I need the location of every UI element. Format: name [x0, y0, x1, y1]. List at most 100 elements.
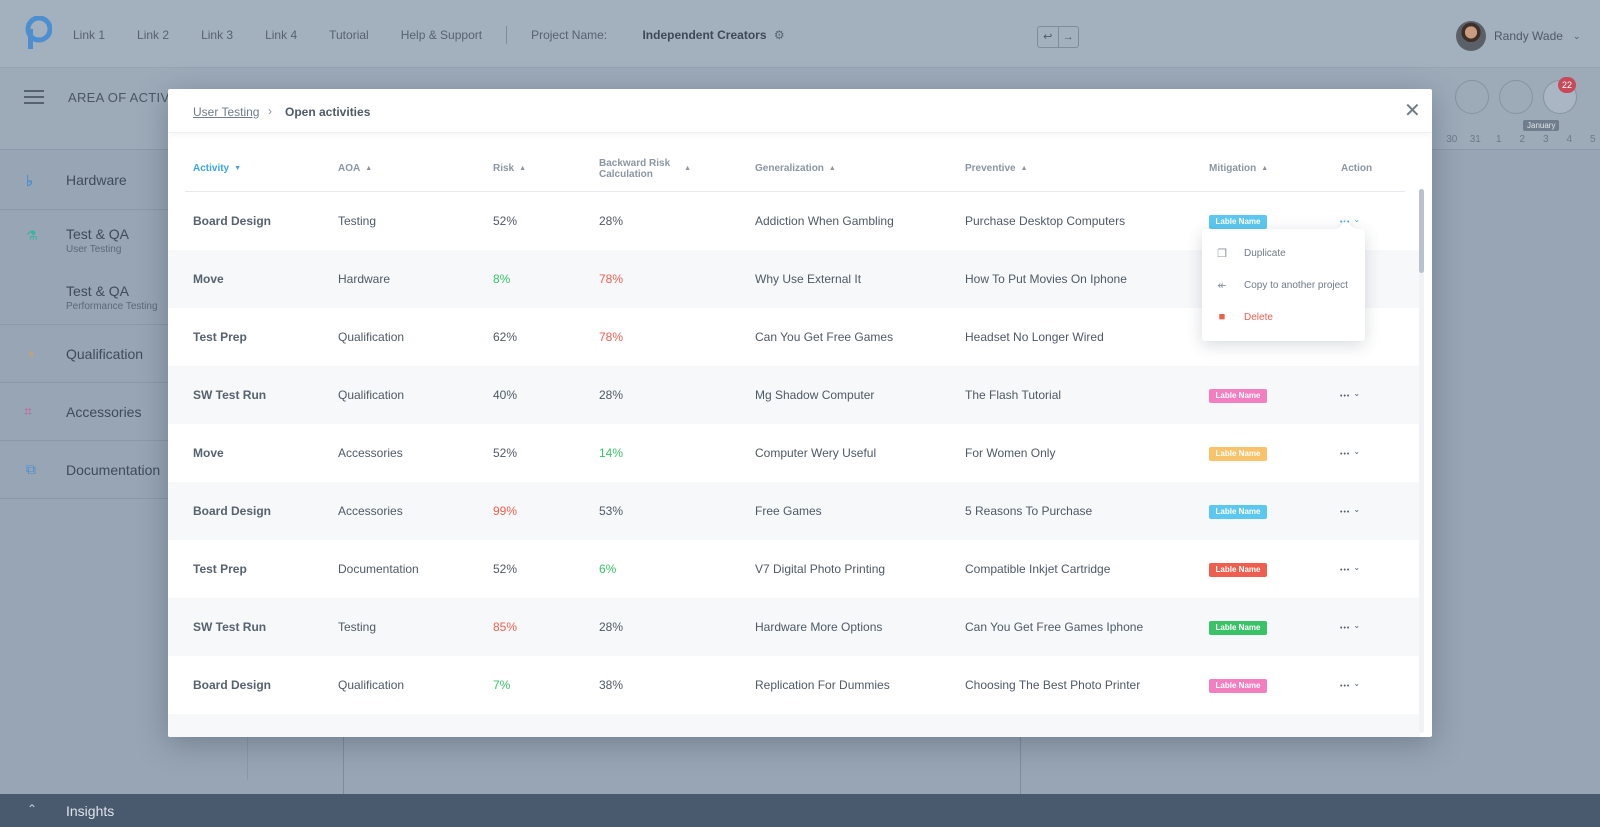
cell-activity: Board Design [193, 504, 272, 518]
copy-to-project-menu-item[interactable]: ↞ Copy to another project [1202, 269, 1365, 301]
chevron-down-icon: ⌄ [1353, 621, 1362, 630]
duplicate-icon: ❐ [1217, 247, 1227, 260]
user-menu[interactable]: Randy Wade ⌄ [1456, 21, 1580, 51]
mitigation-label-badge[interactable]: Lable Name [1209, 447, 1267, 461]
column-header-generalization[interactable]: Generalization ▲ [755, 145, 836, 192]
insights-label: Insights [66, 803, 115, 819]
top-nav: Link 1 Link 2 Link 3 Link 4 Tutorial Hel… [73, 26, 849, 44]
cell-preventive: Purchase Desktop Computers [965, 214, 1126, 228]
column-header-backward-risk[interactable]: Backward Risk Calculation ▲ [599, 145, 691, 192]
mitigation-label-badge[interactable]: Lable Name [1209, 679, 1267, 693]
cell-backward-risk: 38% [599, 678, 624, 692]
day-label: 2 [1519, 134, 1526, 145]
redo-icon[interactable]: → [1059, 27, 1079, 47]
open-activities-modal: User Testing › Open activities ✕ Activit… [168, 89, 1432, 737]
hamburger-menu-icon[interactable] [24, 90, 44, 108]
nav-link-tutorial[interactable]: Tutorial [329, 28, 369, 44]
more-dots-icon: ••• [1340, 567, 1351, 574]
table-row[interactable]: Move Accessories 78% 22% A Guide To Mri Scan… [168, 714, 1420, 737]
cell-aoa: Hardware [338, 272, 391, 286]
table-row[interactable]: Test Prep Documentation 52% 6% V7 Digital Ph… [168, 540, 1420, 598]
cell-preventive: For Women Only [965, 446, 1056, 460]
project-name-value: Independent Creators [642, 28, 767, 42]
sidebar-item-label: Accessories [66, 404, 142, 420]
day-label: 1 [1495, 134, 1502, 145]
mitigation-label-badge[interactable]: Lable Name [1209, 563, 1267, 577]
cell-generalization: A Guide To Mri Scans [755, 714, 870, 737]
row-actions-button[interactable]: •••⌄ [1340, 386, 1361, 401]
scrollbar-thumb[interactable] [1419, 189, 1424, 273]
insights-bar[interactable]: ⌃ Insights [0, 794, 1600, 827]
column-header-label-line: Backward Risk [599, 157, 671, 169]
chevron-down-icon: ⌄ [1572, 30, 1581, 41]
cell-risk: 40% [493, 388, 518, 402]
column-header-risk[interactable]: Risk ▲ [493, 145, 526, 192]
reply-all-icon: ↞ [1217, 279, 1227, 292]
mitigation-label-badge[interactable]: Lable Name [1209, 621, 1267, 635]
nav-link-3[interactable]: Link 3 [201, 28, 233, 44]
cell-generalization: Addiction When Gambling [755, 214, 894, 228]
undo-icon[interactable]: ↩ [1038, 27, 1059, 47]
day-label: 30 [1446, 134, 1458, 145]
sidebar-item-label: Documentation [66, 462, 161, 478]
row-actions-button[interactable]: •••⌄ [1340, 618, 1361, 633]
cell-backward-risk: 22% [599, 714, 623, 737]
row-actions-button[interactable]: •••⌄ [1340, 444, 1361, 459]
column-header-preventive[interactable]: Preventive ▲ [965, 145, 1028, 192]
row-actions-button[interactable]: •••⌄ [1340, 734, 1361, 737]
cell-preventive: Headset No Longer Wired [965, 330, 1104, 344]
cell-risk: 85% [493, 620, 518, 634]
cell-preventive: How To Put Movies On Iphone [965, 272, 1127, 286]
close-icon[interactable]: ✕ [1404, 101, 1421, 121]
app-logo-icon[interactable] [24, 16, 52, 50]
nav-divider [506, 26, 508, 44]
row-actions-button[interactable]: •••⌄ [1340, 502, 1361, 517]
cell-preventive: Can You Get Free Games Iphone [965, 620, 1144, 634]
sort-up-icon: ▲ [1261, 165, 1269, 172]
column-header-aoa[interactable]: AOA ▲ [338, 145, 372, 192]
column-header-mitigation[interactable]: Mitigation ▲ [1209, 145, 1268, 192]
table-row[interactable]: SW Test Run Testing 85% 28% Hardware More Op… [168, 598, 1420, 656]
cell-backward-risk: 6% [599, 562, 617, 576]
table-row[interactable]: Board Design Qualification 7% 38% Replicatio… [168, 656, 1420, 714]
month-label: January [1523, 120, 1560, 131]
nav-link-help[interactable]: Help & Support [401, 28, 482, 44]
cell-aoa: Testing [338, 620, 377, 634]
nav-link-2[interactable]: Link 2 [137, 28, 169, 44]
project-settings-icon[interactable]: ⚙ [774, 28, 785, 42]
accessories-icon: ⌗ [24, 403, 32, 419]
cell-generalization: Hardware More Options [755, 620, 883, 634]
table-row[interactable]: Move Accessories 52% 14% Computer Wery Usefu… [168, 424, 1420, 482]
sort-up-icon: ▲ [828, 165, 836, 172]
team-icon[interactable] [1455, 80, 1489, 114]
cell-preventive: Compatible Inkjet Cartridge [965, 562, 1111, 576]
column-header-activity[interactable]: Activity ▼ [193, 145, 241, 192]
cell-generalization: Why Use External It [755, 272, 862, 286]
row-actions-button[interactable]: •••⌄ [1340, 676, 1361, 691]
table-scrollbar[interactable] [1419, 189, 1424, 733]
table-row[interactable]: Board Design Accessories 99% 53% Free Games 5… [168, 482, 1420, 540]
cell-risk: 8% [493, 272, 511, 286]
menu-item-label: Copy to another project [1244, 279, 1348, 291]
cell-preventive: Choosing The Best Photo Printer [965, 678, 1141, 692]
info-icon[interactable] [1499, 80, 1533, 114]
table-row[interactable]: SW Test Run Qualification 40% 28% Mg Shadow … [168, 366, 1420, 424]
cell-aoa: Accessories [338, 446, 403, 460]
duplicate-menu-item[interactable]: ❐ Duplicate [1202, 237, 1365, 269]
mitigation-label-badge[interactable]: Lable Name [1209, 215, 1267, 229]
sort-up-icon: ▲ [1020, 165, 1028, 172]
project-name[interactable]: Project Name: Independent Creators ⚙ [531, 28, 817, 44]
chevron-up-icon[interactable]: ⌃ [27, 802, 37, 816]
mitigation-label-badge[interactable]: Lable Name [1209, 505, 1267, 519]
cell-activity: Move [193, 446, 224, 460]
menu-item-label: Delete [1244, 311, 1273, 323]
mitigation-label-badge[interactable]: Lable Name [1209, 389, 1267, 403]
delete-menu-item[interactable]: ■ Delete [1202, 301, 1365, 333]
column-header-label: AOA [338, 163, 361, 174]
nav-link-4[interactable]: Link 4 [265, 28, 297, 44]
row-actions-button[interactable]: •••⌄ [1340, 560, 1361, 575]
breadcrumb-parent-link[interactable]: User Testing [193, 105, 259, 119]
cell-activity: Move [193, 272, 224, 286]
cell-risk: 52% [493, 214, 518, 228]
nav-link-1[interactable]: Link 1 [73, 28, 105, 44]
